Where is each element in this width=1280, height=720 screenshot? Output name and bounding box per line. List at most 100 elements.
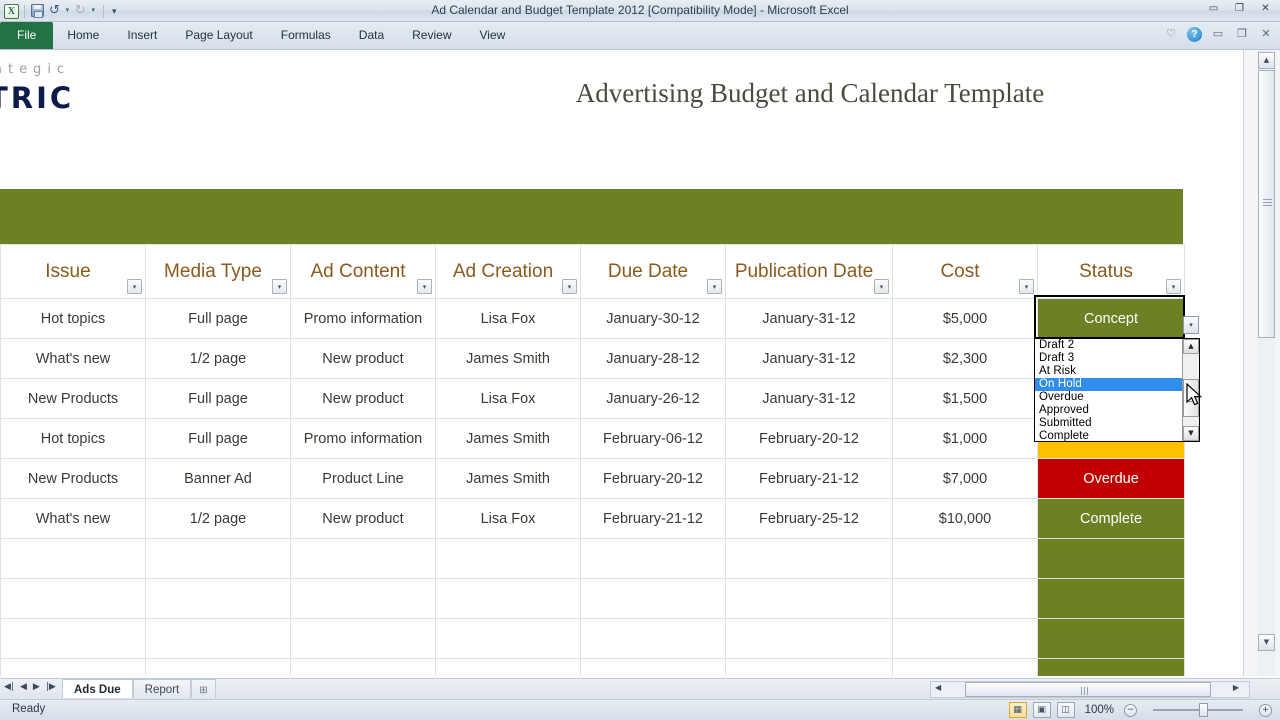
cell-ad-content[interactable] [290, 538, 436, 579]
tab-formulas[interactable]: Formulas [267, 22, 345, 49]
cell-ad-creation[interactable]: James Smith [435, 338, 581, 379]
cell-ad-creation[interactable]: Lisa Fox [435, 298, 581, 339]
scroll-down-icon[interactable]: ▼ [1258, 634, 1275, 651]
zoom-in-button[interactable]: + [1259, 703, 1272, 717]
cell-issue[interactable]: New Products [0, 458, 146, 499]
horizontal-scrollbar[interactable]: ◀ ▶ [930, 681, 1250, 698]
cell-cost[interactable] [892, 618, 1038, 659]
cell-due-date[interactable] [580, 538, 726, 579]
filter-dropdown-icon[interactable]: ▾ [1166, 279, 1181, 294]
hscroll-left-icon[interactable]: ◀ [935, 683, 941, 692]
nav-last-icon[interactable]: |▶ [46, 682, 56, 692]
cell-due-date[interactable]: January-30-12 [580, 298, 726, 339]
minimize-ribbon-icon[interactable]: ▭ [1210, 26, 1226, 42]
cell-publication-date[interactable]: January-31-12 [725, 298, 893, 339]
sheet-tab-ads-due[interactable]: Ads Due [62, 679, 133, 698]
cell-cost[interactable] [892, 578, 1038, 619]
view-page-layout-icon[interactable]: ▣ [1032, 702, 1051, 718]
zoom-out-button[interactable]: − [1124, 703, 1137, 717]
column-header-media-type[interactable]: Media Type ▾ [145, 244, 291, 299]
cell-due-date[interactable]: January-28-12 [580, 338, 726, 379]
cell-ad-creation[interactable]: James Smith [435, 458, 581, 499]
table-row[interactable]: What's new 1/2 page New product Lisa Fox… [0, 498, 1185, 539]
tab-page-layout[interactable]: Page Layout [171, 22, 266, 49]
dropdown-item-submitted[interactable]: Submitted [1035, 417, 1183, 430]
cell-status[interactable]: Overdue [1037, 458, 1185, 499]
cell-status[interactable] [1037, 538, 1185, 579]
filter-dropdown-icon[interactable]: ▾ [874, 279, 889, 294]
scroll-up-icon[interactable]: ▲ [1258, 52, 1275, 69]
table-row[interactable]: New Products Full page New product Lisa … [0, 378, 1185, 419]
cell-cost[interactable]: $10,000 [892, 498, 1038, 539]
cell-cost[interactable]: $7,000 [892, 458, 1038, 499]
cell-issue[interactable] [0, 618, 146, 659]
cell-ad-creation[interactable]: James Smith [435, 418, 581, 459]
cell-ad-creation[interactable] [435, 658, 581, 676]
view-page-break-icon[interactable]: ◫ [1056, 702, 1075, 718]
cell-cost[interactable]: $2,300 [892, 338, 1038, 379]
cell-due-date[interactable]: February-21-12 [580, 498, 726, 539]
dropdown-item-draft-2[interactable]: Draft 2 [1035, 339, 1183, 352]
cell-ad-creation[interactable] [435, 618, 581, 659]
cell-status[interactable] [1037, 658, 1185, 676]
close-workbook-icon[interactable]: ✕ [1258, 26, 1274, 42]
cell-media-type[interactable]: 1/2 page [145, 498, 291, 539]
sheet-tab-report[interactable]: Report [132, 679, 192, 698]
cell-ad-content[interactable]: Product Line [290, 458, 436, 499]
column-header-status[interactable]: Status ▾ [1037, 244, 1185, 299]
cell-publication-date[interactable] [725, 578, 893, 619]
cell-status[interactable] [1037, 578, 1185, 619]
status-dropdown-list[interactable]: Draft 2 Draft 3 At Risk On Hold Overdue … [1034, 338, 1200, 442]
table-row[interactable]: Hot topics Full page Promo information J… [0, 418, 1185, 459]
cell-status[interactable]: Complete [1037, 498, 1185, 539]
cell-publication-date[interactable]: January-31-12 [725, 338, 893, 379]
zoom-slider[interactable] [1143, 702, 1253, 718]
new-sheet-icon[interactable]: ⊞ [191, 679, 216, 698]
table-row[interactable] [0, 618, 1185, 659]
cell-due-date[interactable] [580, 578, 726, 619]
cell-issue[interactable] [0, 658, 146, 676]
table-row[interactable] [0, 538, 1185, 579]
cell-media-type[interactable] [145, 538, 291, 579]
cell-issue[interactable] [0, 538, 146, 579]
cell-media-type[interactable] [145, 658, 291, 676]
filter-dropdown-icon[interactable]: ▾ [562, 279, 577, 294]
cell-media-type[interactable] [145, 578, 291, 619]
dropdown-scroll-down-icon[interactable]: ▼ [1183, 426, 1199, 441]
cell-publication-date[interactable]: January-31-12 [725, 378, 893, 419]
cell-due-date[interactable]: January-26-12 [580, 378, 726, 419]
cell-media-type[interactable]: Full page [145, 298, 291, 339]
filter-dropdown-icon[interactable]: ▾ [417, 279, 432, 294]
cell-media-type[interactable]: Full page [145, 418, 291, 459]
nav-first-icon[interactable]: ◀| [4, 682, 14, 692]
cell-ad-content[interactable] [290, 618, 436, 659]
dropdown-item-complete[interactable]: Complete [1035, 430, 1183, 441]
restore-window-icon[interactable]: ❐ [1234, 26, 1250, 42]
dropdown-scroll-up-icon[interactable]: ▲ [1183, 339, 1199, 354]
tab-file[interactable]: File [0, 22, 54, 49]
cell-issue[interactable]: What's new [0, 338, 146, 379]
horizontal-scroll-thumb[interactable] [965, 682, 1211, 697]
cell-media-type[interactable] [145, 618, 291, 659]
cell-issue[interactable]: Hot topics [0, 418, 146, 459]
cell-status[interactable]: Concept [1037, 298, 1185, 339]
zoom-level[interactable]: 100% [1085, 704, 1114, 716]
dropdown-item-approved[interactable]: Approved [1035, 404, 1183, 417]
table-row[interactable]: New Products Banner Ad Product Line Jame… [0, 458, 1185, 499]
cell-media-type[interactable]: Full page [145, 378, 291, 419]
tab-view[interactable]: View [466, 22, 520, 49]
cell-cost[interactable] [892, 658, 1038, 676]
cell-publication-date[interactable] [725, 618, 893, 659]
table-row[interactable]: Hot topics Full page Promo information L… [0, 298, 1185, 339]
cell-cost[interactable]: $1,000 [892, 418, 1038, 459]
cell-publication-date[interactable] [725, 538, 893, 579]
cell-ad-creation[interactable] [435, 578, 581, 619]
cell-publication-date[interactable]: February-21-12 [725, 458, 893, 499]
help-icon[interactable]: ? [1187, 26, 1202, 42]
column-header-ad-creation[interactable]: Ad Creation ▾ [435, 244, 581, 299]
cell-publication-date[interactable]: February-20-12 [725, 418, 893, 459]
cell-issue[interactable]: Hot topics [0, 298, 146, 339]
filter-dropdown-icon[interactable]: ▾ [127, 279, 142, 294]
table-row[interactable] [0, 658, 1185, 676]
nav-next-icon[interactable]: ▶ [33, 682, 40, 692]
